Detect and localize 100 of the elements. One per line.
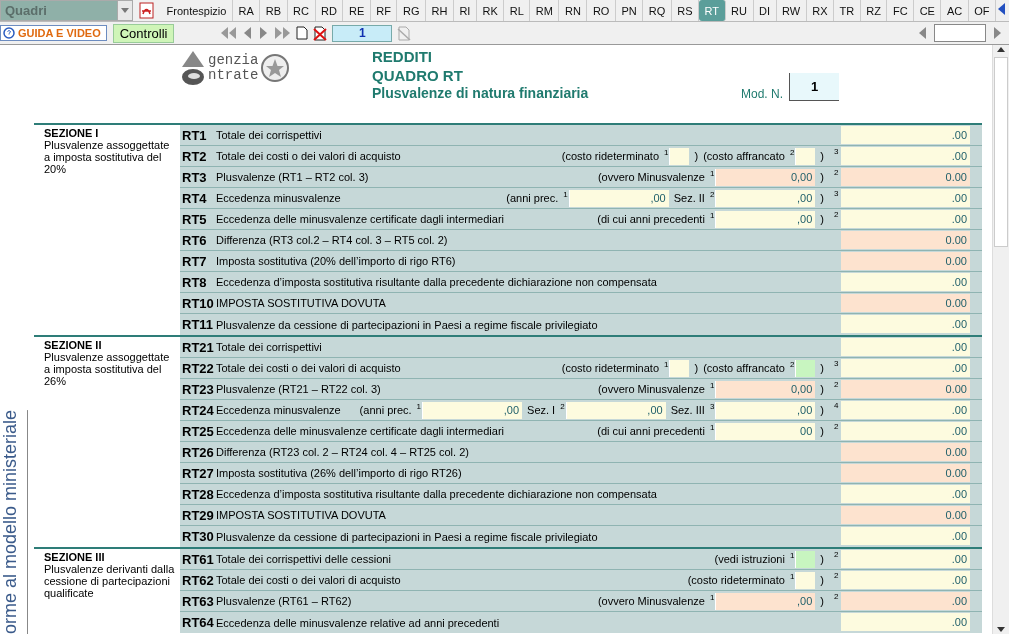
amount-field[interactable]: ,00 [715, 189, 816, 207]
amount-field[interactable]: .00 [841, 550, 970, 568]
amount-field[interactable]: 0.00 [841, 380, 970, 398]
page-field[interactable]: 1 [332, 24, 393, 42]
amount-field[interactable]: .00 [841, 527, 970, 545]
amount-field[interactable]: .00 [841, 592, 970, 610]
amount-field[interactable]: 0.00 [841, 252, 970, 270]
field-number: 2 [789, 359, 795, 369]
amount-field[interactable]: ,00 [715, 592, 816, 610]
row-label: Imposta sostitutiva (20% dell’importo di rigo RT6) [216, 255, 456, 267]
amount-field[interactable]: 0.00 [841, 294, 970, 312]
row-code: RT30 [181, 529, 215, 544]
amount-field[interactable]: ,00 [568, 189, 669, 207]
amount-field[interactable]: 0.00 [841, 443, 970, 461]
field-caption: ) [820, 213, 824, 225]
row-label: Totale dei corrispettivi [216, 129, 322, 141]
field-number: 1 [563, 189, 568, 199]
amount-field[interactable]: .00 [841, 571, 970, 589]
field-number: 2 [834, 592, 839, 601]
row-code: RT7 [181, 253, 208, 269]
previous-page-icon[interactable] [242, 26, 254, 40]
amount-field[interactable]: .00 [841, 189, 970, 207]
row-code: RT22 [181, 360, 215, 376]
controls-button[interactable]: Controlli [112, 23, 175, 43]
amount-field[interactable] [795, 550, 816, 568]
scroll-left-icon[interactable] [917, 26, 928, 40]
amount-field[interactable] [795, 359, 816, 377]
new-page-icon[interactable] [296, 26, 309, 40]
row-label: Differenza (RT23 col. 2 – RT24 col. 4 – RT25 col. 2) [216, 446, 469, 458]
field-caption: (di cui anni precedenti [597, 213, 705, 225]
amount-field[interactable]: .00 [841, 273, 970, 291]
row-code: RT25 [181, 423, 215, 439]
amount-field[interactable]: 0.00 [841, 464, 970, 482]
scrollbar-thumb[interactable] [994, 57, 1008, 247]
scroll-right-icon[interactable] [992, 26, 1003, 40]
amount-field[interactable]: .00 [841, 147, 970, 165]
amount-field[interactable]: ,00 [715, 401, 816, 419]
row-code: RT27 [181, 465, 215, 481]
amount-field[interactable]: .00 [841, 315, 970, 333]
field-caption: ) [694, 362, 699, 374]
field-number: 1 [709, 592, 715, 602]
amount-field[interactable]: 0.00 [841, 168, 970, 186]
amount-field[interactable] [795, 147, 816, 165]
field-number: 1 [709, 380, 715, 390]
amount-field[interactable]: ,00 [565, 401, 666, 419]
amount-field[interactable]: 0.00 [841, 231, 970, 249]
field-caption: Sez. I [527, 404, 556, 416]
field-caption: ) [820, 595, 824, 607]
amount-field[interactable]: 0.00 [841, 506, 970, 524]
row-code: RT23 [181, 381, 215, 397]
field-number: 1 [664, 147, 669, 157]
side-caption: orme al modello ministeriale [0, 409, 28, 634]
section-description: Plusvalenze assoggettate a imposta sostitutiva del 20% [44, 139, 171, 175]
field-caption: ) [820, 553, 824, 565]
scroll-down-icon[interactable] [996, 626, 1006, 634]
amount-field[interactable]: .00 [841, 613, 970, 631]
field-number: 2 [834, 422, 839, 431]
row-code: RT11 [181, 317, 215, 332]
logo-text: genzia [208, 53, 259, 68]
amount-field[interactable]: .00 [841, 126, 970, 144]
module-field[interactable]: 1 [789, 73, 839, 101]
amount-field[interactable]: ,00 [715, 210, 816, 228]
field-number: 1 [709, 210, 715, 220]
row-code: RT29 [181, 507, 215, 523]
field-caption: Sez. II [673, 192, 705, 204]
field-caption: (costo affrancato [703, 362, 785, 374]
field-caption: ) [694, 150, 699, 162]
delete-page-icon[interactable] [313, 25, 328, 41]
field-caption: (di cui anni precedenti [597, 425, 705, 437]
amount-field[interactable] [669, 147, 690, 165]
field-caption: (costo rideterminato [561, 362, 659, 374]
amount-field[interactable]: .00 [841, 422, 970, 440]
caret-icon [121, 8, 129, 13]
amount-field[interactable] [795, 571, 816, 589]
row-label: Eccedenza delle minusvalenze relative ad anni precedenti [216, 616, 500, 629]
amount-field[interactable]: .00 [841, 485, 970, 503]
row-label: Totale dei corrispettivi [216, 341, 322, 353]
row-label: Eccedenza d’imposta sostitutiva risultante dalla precedente dichiarazione non compensata [216, 276, 657, 288]
delete-icon[interactable] [397, 25, 412, 41]
goto-field[interactable] [934, 24, 986, 42]
amount-field[interactable]: 0,00 [715, 380, 816, 398]
first-page-icon[interactable] [220, 26, 238, 40]
amount-field[interactable]: .00 [841, 401, 970, 419]
row-code: RT28 [181, 486, 215, 502]
field-number: 3 [834, 147, 839, 156]
amount-field[interactable]: .00 [841, 210, 970, 228]
row-code: RT24 [181, 402, 215, 418]
module-label: Mod. N. [741, 87, 783, 101]
amount-field[interactable]: .00 [841, 338, 970, 356]
row-code: RT63 [181, 593, 215, 609]
amount-field[interactable] [669, 359, 690, 377]
amount-field[interactable]: 0,00 [715, 168, 816, 186]
field-caption: (anni prec. [359, 404, 412, 416]
amount-field[interactable]: 00 [715, 422, 816, 440]
amount-field[interactable]: ,00 [422, 401, 523, 419]
row-code: RT8 [181, 274, 208, 290]
field-caption: (ovvero Minusvalenze [597, 171, 705, 183]
row-label: Totale dei corrispettivi delle cessioni [216, 553, 391, 565]
amount-field[interactable]: .00 [841, 359, 970, 377]
field-caption: (ovvero Minusvalenze [597, 595, 705, 607]
